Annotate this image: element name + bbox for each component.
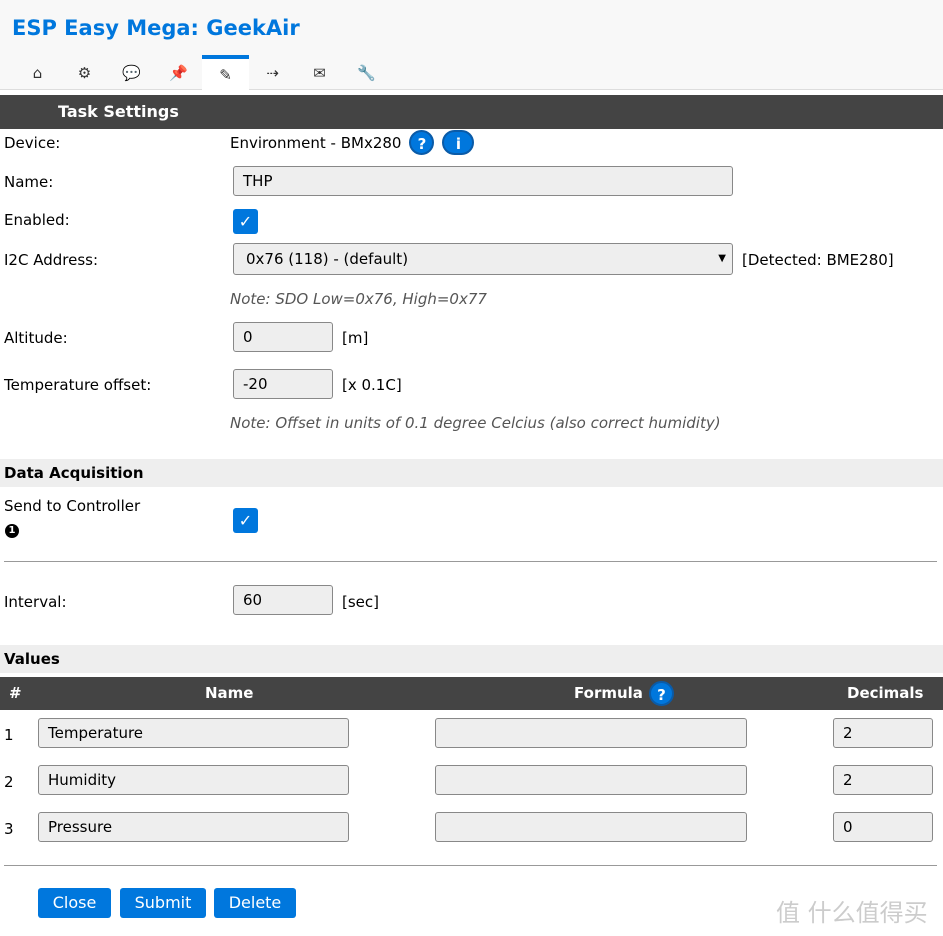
altitude-unit: [m] (342, 329, 369, 347)
header: ESP Easy Mega: GeekAir ⌂ ⚙ 💬 📌 ✎ ⇢ ✉ 🔧 (0, 0, 943, 91)
values-header: Values (0, 645, 943, 673)
interval-input[interactable]: 60 (233, 585, 333, 615)
value-name-input[interactable]: Temperature (38, 718, 349, 748)
tab-config[interactable]: ⚙ (61, 55, 108, 90)
value-decimals-input[interactable]: 2 (833, 765, 933, 795)
wrench-icon: 🔧 (357, 63, 376, 82)
dropdown-arrow-icon: ▼ (718, 253, 726, 264)
value-name-input[interactable]: Humidity (38, 765, 349, 795)
info-badge: 1 (5, 524, 19, 538)
enabled-label: Enabled: (4, 211, 70, 229)
home-icon: ⌂ (32, 63, 43, 82)
tab-home[interactable]: ⌂ (14, 55, 61, 90)
device-label: Device: (4, 134, 61, 152)
value-formula-input[interactable] (435, 812, 747, 842)
value-decimals-input[interactable]: 0 (833, 812, 933, 842)
tempoff-label: Temperature offset: (4, 376, 152, 394)
close-button[interactable]: Close (38, 888, 111, 918)
i2c-detected: [Detected: BME280] (742, 251, 894, 269)
tab-rules[interactable]: ⇢ (249, 55, 296, 90)
tab-hardware[interactable]: 📌 (155, 55, 202, 90)
info-icon[interactable]: i (442, 130, 475, 155)
submit-button[interactable]: Submit (120, 888, 206, 918)
data-acquisition-header: Data Acquisition (0, 459, 943, 487)
tab-notifications[interactable]: ✉ (296, 55, 343, 90)
send-label: Send to Controller (4, 497, 141, 515)
tempoff-unit: [x 0.1C] (342, 376, 402, 394)
divider (4, 561, 937, 562)
tab-tools[interactable]: 🔧 (343, 55, 390, 90)
tab-devices[interactable]: ✎ (202, 55, 249, 91)
task-settings-header: Task Settings (0, 95, 943, 129)
interval-label: Interval: (4, 593, 67, 611)
tempoff-input[interactable]: -20 (233, 369, 333, 399)
mail-icon: ✉ (313, 63, 326, 82)
i2c-label: I2C Address: (4, 251, 98, 269)
value-name-input[interactable]: Pressure (38, 812, 349, 842)
values-table-header: # Name Formula ? Decimals (0, 677, 943, 710)
help-icon[interactable]: ? (409, 130, 435, 155)
name-label: Name: (4, 173, 54, 191)
gear-icon: ⚙ (77, 63, 92, 82)
device-value: Environment - BMx280 (230, 133, 402, 152)
enabled-checkbox[interactable]: ✓ (233, 209, 258, 234)
plug-icon: ✎ (219, 66, 232, 84)
app-title: ESP Easy Mega: GeekAir (12, 16, 300, 40)
value-decimals-input[interactable]: 2 (833, 718, 933, 748)
formula-help-icon[interactable]: ? (649, 681, 674, 706)
watermark-logo: 值 什么值得买 (776, 899, 928, 927)
interval-unit: [sec] (342, 593, 379, 611)
i2c-select[interactable]: 0x76 (118) - (default) ▼ (233, 243, 733, 275)
altitude-input[interactable]: 0 (233, 322, 333, 352)
rules-icon: ⇢ (266, 63, 279, 82)
send-checkbox[interactable]: ✓ (233, 508, 258, 533)
i2c-note: Note: SDO Low=0x76, High=0x77 (230, 290, 487, 308)
pin-icon: 📌 (169, 63, 188, 82)
tab-bar: ⌂ ⚙ 💬 📌 ✎ ⇢ ✉ 🔧 (14, 55, 390, 91)
delete-button[interactable]: Delete (214, 888, 296, 918)
tab-controllers[interactable]: 💬 (108, 55, 155, 90)
value-formula-input[interactable] (435, 718, 747, 748)
altitude-label: Altitude: (4, 329, 68, 347)
tempoff-note: Note: Offset in units of 0.1 degree Celc… (230, 414, 721, 432)
value-formula-input[interactable] (435, 765, 747, 795)
divider (4, 865, 937, 866)
chat-icon: 💬 (122, 63, 141, 82)
name-input[interactable]: THP (233, 166, 733, 196)
